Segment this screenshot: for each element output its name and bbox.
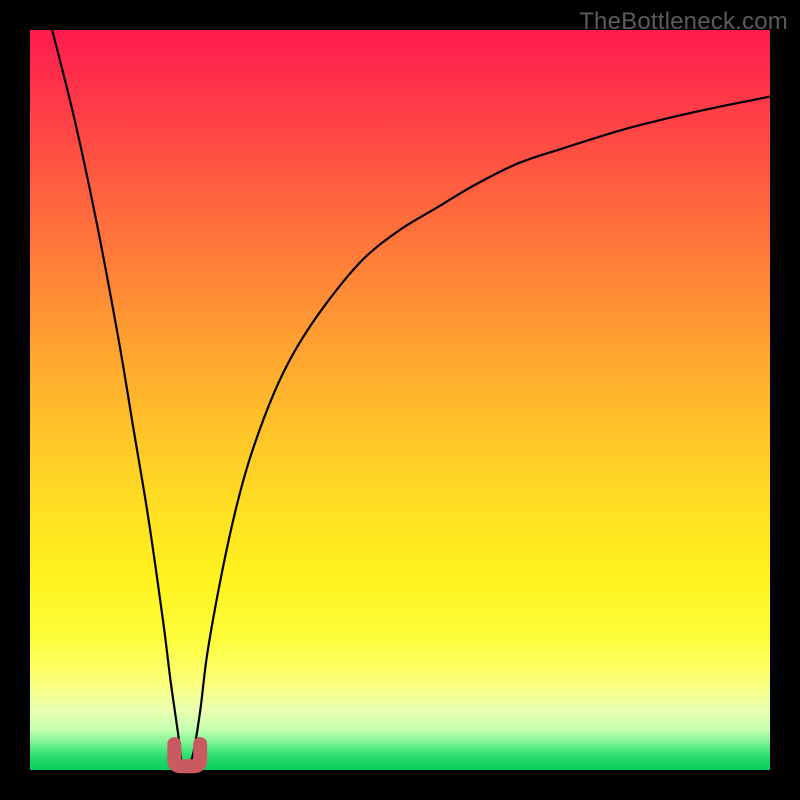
watermark-text: TheBottleneck.com xyxy=(579,8,788,36)
chart-plot-area xyxy=(30,30,770,770)
bottleneck-curve xyxy=(30,30,770,770)
chart-frame: TheBottleneck.com xyxy=(0,0,800,800)
